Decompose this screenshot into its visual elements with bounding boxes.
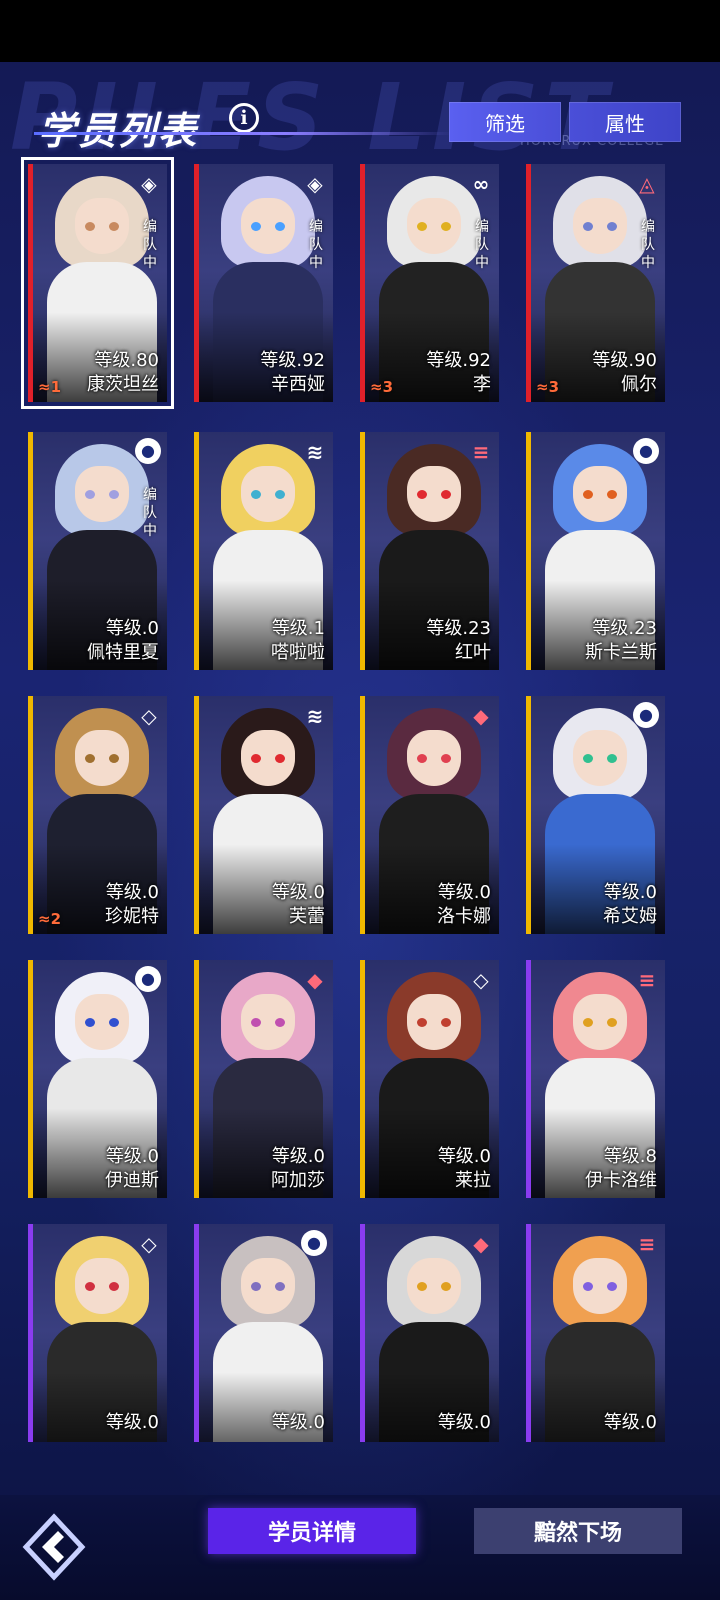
thermal-element-icon: ≡ xyxy=(638,968,656,992)
level-label: 等级.0 xyxy=(105,1146,159,1167)
in-team-tag: 编队中 xyxy=(143,487,157,539)
electro-element-icon: ≋ xyxy=(306,440,324,464)
student-name: 嗒啦啦 xyxy=(271,642,325,663)
student-name: 莱拉 xyxy=(455,1170,491,1191)
student-card[interactable]: ◈ 编队中等级.80 康茨坦丝 ≈1 xyxy=(21,157,174,409)
level-label: 等级.0 xyxy=(271,882,325,903)
student-name: 斯卡兰斯 xyxy=(585,642,657,663)
level-label: 等级.92 xyxy=(426,350,491,371)
attribute-button[interactable]: 属性 xyxy=(569,102,681,142)
student-card[interactable]: ∞ 编队中等级.92 李 ≈3 xyxy=(360,164,499,402)
level-label: 等级.1 xyxy=(271,618,325,639)
level-label: 等级.0 xyxy=(271,1146,325,1167)
student-card[interactable]: ● 编队中等级.0 佩特里夏 xyxy=(28,432,167,670)
level-label: 等级.92 xyxy=(260,350,325,371)
quantum-element-icon: ◈ xyxy=(141,172,157,196)
in-team-tag: 编队中 xyxy=(143,219,157,271)
student-detail-button[interactable]: 学员详情 xyxy=(208,1508,416,1554)
student-name: 佩特里夏 xyxy=(87,642,159,663)
level-label: 等级.0 xyxy=(437,882,491,903)
student-card[interactable]: ◇ 等级.0 xyxy=(28,1224,167,1442)
student-name: 佩尔 xyxy=(621,374,657,395)
in-team-tag: 编队中 xyxy=(475,219,489,271)
thermal-element-icon: ≡ xyxy=(638,1232,656,1256)
student-card[interactable]: ◈ 编队中等级.92 辛西娅 xyxy=(194,164,333,402)
in-team-tag: 编队中 xyxy=(309,219,323,271)
student-name: 李 xyxy=(473,374,491,395)
light-element-icon: ● xyxy=(633,438,659,464)
info-icon[interactable]: i xyxy=(229,103,259,133)
level-label: 等级.0 xyxy=(437,1146,491,1167)
student-card[interactable]: ◆ 等级.0 洛卡娜 xyxy=(360,696,499,934)
student-card[interactable]: ◆ 等级.0 阿加莎 xyxy=(194,960,333,1198)
student-card[interactable]: ◇ 等级.0 莱拉 xyxy=(360,960,499,1198)
level-label: 等级.0 xyxy=(105,618,159,639)
light-element-icon: ● xyxy=(135,438,161,464)
electro-element-icon: ∞ xyxy=(472,172,490,196)
quantum-element-icon: ◇ xyxy=(473,968,489,992)
level-label: 等级.0 xyxy=(105,1412,159,1433)
header-underline xyxy=(34,132,454,135)
advancement-stars: ≈2 xyxy=(38,910,62,928)
student-list-screen: PILES LIST HORCRUX COLLEGE 学员列表 i 筛选 属性 … xyxy=(0,62,720,1600)
advancement-stars: ≈3 xyxy=(370,378,394,396)
student-name: 芙蕾 xyxy=(289,906,325,927)
student-card[interactable]: ● 等级.0 xyxy=(194,1224,333,1442)
student-name: 红叶 xyxy=(455,642,491,663)
student-card[interactable]: ≡ 等级.23 红叶 xyxy=(360,432,499,670)
level-label: 等级.8 xyxy=(603,1146,657,1167)
level-label: 等级.0 xyxy=(603,882,657,903)
advancement-stars: ≈1 xyxy=(38,378,62,396)
filter-button[interactable]: 筛选 xyxy=(449,102,561,142)
light-element-icon: ● xyxy=(633,702,659,728)
student-card[interactable]: ≋ 等级.0 芙蕾 xyxy=(194,696,333,934)
quantum-element-icon: ◈ xyxy=(307,172,323,196)
level-label: 等级.23 xyxy=(592,618,657,639)
advancement-stars: ≈3 xyxy=(536,378,560,396)
thermal-element-icon: ◬ xyxy=(639,172,655,196)
student-card[interactable]: ≡ 等级.0 xyxy=(526,1224,665,1442)
light-element-icon: ● xyxy=(301,1230,327,1256)
student-name: 珍妮特 xyxy=(105,906,159,927)
student-card[interactable]: ● 等级.0 希艾姆 xyxy=(526,696,665,934)
back-arrow-icon[interactable] xyxy=(18,1511,90,1583)
student-name: 希艾姆 xyxy=(603,906,657,927)
thermal-element-icon: ≡ xyxy=(472,440,490,464)
page-title: 学员列表 xyxy=(38,109,199,153)
level-label: 等级.23 xyxy=(426,618,491,639)
bottom-action-bar: 学员详情 黯然下场 xyxy=(0,1495,720,1600)
student-name: 伊卡洛维 xyxy=(585,1170,657,1191)
leave-field-button[interactable]: 黯然下场 xyxy=(474,1508,682,1554)
student-card[interactable]: ● 等级.0 伊迪斯 xyxy=(28,960,167,1198)
level-label: 等级.0 xyxy=(105,882,159,903)
student-card[interactable]: ◇ 等级.0 珍妮特 ≈2 xyxy=(28,696,167,934)
student-card[interactable]: ≋ 等级.1 嗒啦啦 xyxy=(194,432,333,670)
quantum-element-icon: ◇ xyxy=(141,1232,157,1256)
light-element-icon: ● xyxy=(135,966,161,992)
electro-element-icon: ≋ xyxy=(306,704,324,728)
level-label: 等级.80 xyxy=(94,350,159,371)
in-team-tag: 编队中 xyxy=(641,219,655,271)
quantum-element-icon: ◇ xyxy=(141,704,157,728)
student-card[interactable]: ◬ 编队中等级.90 佩尔 ≈3 xyxy=(526,164,665,402)
student-card[interactable]: ≡ 等级.8 伊卡洛维 xyxy=(526,960,665,1198)
level-label: 等级.0 xyxy=(603,1412,657,1433)
student-name: 伊迪斯 xyxy=(105,1170,159,1191)
student-name: 洛卡娜 xyxy=(437,906,491,927)
level-label: 等级.0 xyxy=(271,1412,325,1433)
student-name: 阿加莎 xyxy=(271,1170,325,1191)
level-label: 等级.90 xyxy=(592,350,657,371)
student-name: 康茨坦丝 xyxy=(87,374,159,395)
level-label: 等级.0 xyxy=(437,1412,491,1433)
thermal-element-icon: ◆ xyxy=(473,704,489,728)
student-card[interactable]: ◆ 等级.0 xyxy=(360,1224,499,1442)
student-name: 辛西娅 xyxy=(271,374,325,395)
thermal-element-icon: ◆ xyxy=(307,968,323,992)
thermal-element-icon: ◆ xyxy=(473,1232,489,1256)
student-card[interactable]: ● 等级.23 斯卡兰斯 xyxy=(526,432,665,670)
